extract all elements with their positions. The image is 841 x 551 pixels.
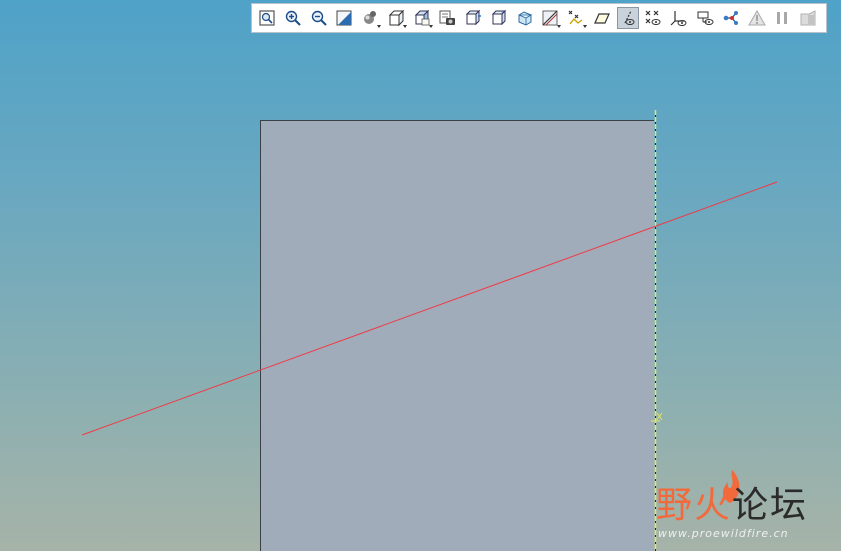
view-toolbar bbox=[251, 3, 827, 33]
datum-plane-button[interactable] bbox=[591, 7, 613, 29]
csys-display-icon bbox=[670, 11, 687, 26]
datum-axis-display-icon bbox=[624, 10, 635, 25]
scene-overlay: X bbox=[81, 110, 778, 551]
sketch-view-dropdown-icon bbox=[557, 25, 562, 28]
orient-view-icon bbox=[518, 11, 533, 26]
pause-button[interactable] bbox=[771, 7, 793, 29]
saved-views-dropdown-icon bbox=[402, 25, 407, 28]
display-style-dropdown-icon bbox=[377, 25, 382, 28]
repaint-icon bbox=[336, 10, 352, 26]
appearance-gallery-button[interactable] bbox=[436, 7, 458, 29]
watermark-title: 野火论坛 bbox=[656, 486, 808, 526]
orient-view-button[interactable] bbox=[514, 7, 536, 29]
zoom-in-button[interactable] bbox=[282, 7, 304, 29]
warning-icon bbox=[747, 9, 766, 26]
watermark-url: www.proewildfire.cn bbox=[658, 527, 789, 540]
graphics-viewport[interactable]: X 野火论坛 www.proewildfire.cn bbox=[0, 0, 841, 551]
axis-label: X bbox=[656, 412, 663, 423]
sketch-view-button[interactable] bbox=[539, 7, 562, 29]
csys-display-button[interactable] bbox=[668, 7, 690, 29]
datum-plane-icon bbox=[594, 13, 610, 24]
datum-point-display-button[interactable] bbox=[642, 7, 664, 29]
zoom-out-icon bbox=[311, 10, 327, 26]
refit-button[interactable] bbox=[256, 7, 278, 29]
watermark-title-dark: 论坛 bbox=[732, 485, 809, 526]
view-manager-button[interactable] bbox=[411, 7, 433, 29]
watermark-title-orange: 野火 bbox=[656, 485, 733, 526]
display-style-button[interactable] bbox=[359, 7, 382, 29]
view-manager-dropdown-icon bbox=[428, 25, 433, 28]
zoom-out-button[interactable] bbox=[308, 7, 330, 29]
datum-point-display-icon bbox=[646, 10, 661, 25]
perspective-button[interactable] bbox=[462, 7, 484, 29]
datum-display-button[interactable] bbox=[565, 7, 588, 29]
spin-center-icon bbox=[723, 11, 738, 25]
section-icon bbox=[491, 9, 507, 26]
pause-icon bbox=[777, 12, 788, 24]
annotation-display-button[interactable] bbox=[694, 7, 716, 29]
spin-center-button[interactable] bbox=[720, 7, 742, 29]
sketch-line[interactable] bbox=[81, 181, 778, 436]
section-button[interactable] bbox=[488, 7, 510, 29]
datum-display-dropdown-icon bbox=[583, 25, 588, 28]
repaint-button[interactable] bbox=[333, 7, 355, 29]
warning-button[interactable] bbox=[746, 7, 768, 29]
refit-icon bbox=[259, 10, 275, 26]
regenerate-button[interactable] bbox=[797, 7, 819, 29]
perspective-icon bbox=[465, 9, 482, 26]
appearance-gallery-icon bbox=[439, 10, 456, 25]
zoom-in-icon bbox=[285, 10, 301, 26]
saved-views-button[interactable] bbox=[385, 7, 407, 29]
forum-watermark: 野火论坛 www.proewildfire.cn bbox=[656, 470, 831, 545]
annotation-display-icon bbox=[697, 11, 714, 25]
datum-axis-display-button[interactable] bbox=[616, 7, 639, 29]
regenerate-icon bbox=[800, 10, 816, 26]
